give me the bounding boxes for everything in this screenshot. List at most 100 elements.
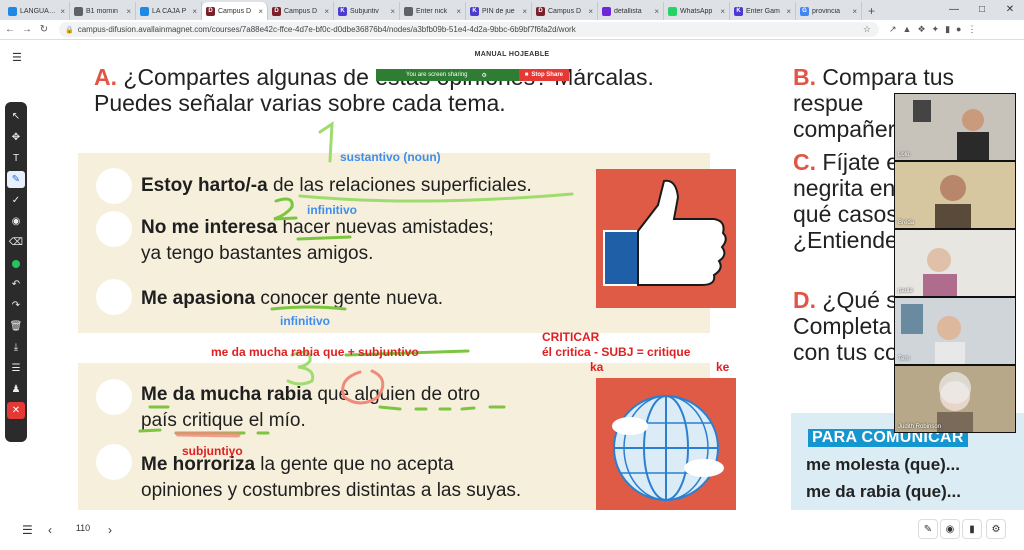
checkbox-circle-5[interactable] (96, 444, 132, 480)
tab-favicon-icon: G (800, 6, 809, 16)
tab-close-icon[interactable]: × (654, 7, 659, 16)
users-icon[interactable]: ♟ (7, 381, 25, 398)
tab-favicon-icon (602, 6, 611, 16)
participant-tile-4[interactable]: Terri (895, 298, 1015, 364)
participant-tile-1[interactable]: Lolo (895, 94, 1015, 160)
statement-4-bold: Me da mucha rabia (141, 384, 313, 405)
tab-close-icon[interactable]: × (324, 7, 329, 16)
participant-video-4 (895, 298, 1015, 364)
browser-tab[interactable]: K PIN de jue × (466, 2, 532, 20)
browser-tab[interactable]: WhatsApp × (664, 2, 730, 20)
browser-tab[interactable]: D Campus D × (532, 2, 598, 20)
next-page-icon[interactable]: › (108, 523, 112, 537)
download-icon[interactable]: ⤓ (7, 339, 25, 356)
prev-page-icon[interactable]: ‹ (48, 523, 52, 537)
drive-icon[interactable]: ▲ (903, 24, 912, 35)
bookmark-star-icon[interactable]: ☆ (863, 24, 871, 35)
tab-close-icon[interactable]: × (456, 7, 461, 16)
puzzle-icon[interactable]: ✦ (932, 24, 940, 35)
question-d-line2: Completa (793, 313, 892, 339)
browser-tab[interactable]: K Enter Gam × (730, 2, 796, 20)
share-icon[interactable]: ↗ (889, 24, 897, 35)
tab-title: Enter Gam (746, 7, 780, 15)
eraser-icon[interactable]: ⌫ (7, 234, 25, 251)
browser-tab[interactable]: LA CAJA P × (136, 2, 202, 20)
tab-close-icon[interactable]: × (60, 7, 65, 16)
address-bar: ← → ↻ 🔒 campus-difusion.avallainmagnet.c… (0, 20, 1024, 40)
sidepanel-icon[interactable]: ▮ (945, 24, 950, 35)
globe-image (596, 378, 736, 510)
bookmark-icon[interactable]: ▮ (962, 519, 982, 539)
pointer-icon[interactable]: ↖ (7, 108, 25, 125)
tab-close-icon[interactable]: × (852, 7, 857, 16)
stop-share-button[interactable]: ■ Stop Share (518, 69, 569, 81)
annotate-icon[interactable]: ✎ (918, 519, 938, 539)
browser-tab[interactable]: detallista × (598, 2, 664, 20)
browser-tab[interactable]: LANGUAGE × (4, 2, 70, 20)
tab-close-icon[interactable]: × (720, 7, 725, 16)
back-icon[interactable]: ← (3, 24, 17, 35)
tab-title: Campus D (218, 7, 252, 15)
tab-close-icon[interactable]: × (126, 7, 131, 16)
tab-close-icon[interactable]: × (786, 7, 791, 16)
trash-icon[interactable]: 🗑 (7, 318, 25, 335)
question-c: C. Fíjate e negrita en qué casos ¿Entien… (793, 149, 909, 253)
annotation-infinitivo-2: infinitivo (280, 314, 330, 328)
participant-tile-5[interactable]: Judith Robinson (895, 366, 1015, 432)
annotation-ke: ke (716, 360, 730, 374)
participant-name-1: Lolo (898, 152, 910, 158)
tab-favicon-icon (404, 6, 413, 16)
close-icon[interactable]: ✕ (7, 402, 25, 419)
browser-tab[interactable]: D Campus D × (268, 2, 334, 20)
color-icon[interactable] (7, 255, 25, 272)
new-tab-icon[interactable]: + (868, 2, 875, 20)
tab-close-icon[interactable]: × (258, 7, 263, 16)
tab-title: Campus D (548, 7, 582, 15)
reload-icon[interactable]: ↻ (37, 24, 51, 35)
tab-favicon-icon: D (272, 6, 281, 16)
participant-video-2 (895, 162, 1015, 228)
tab-close-icon[interactable]: × (522, 7, 527, 16)
move-icon[interactable]: ✥ (7, 129, 25, 146)
checkbox-circle-1[interactable] (96, 168, 132, 204)
browser-tab[interactable]: D Campus D × (202, 2, 268, 20)
minimize-icon[interactable]: — (940, 0, 968, 20)
index-list-icon[interactable]: ☰ (22, 523, 33, 537)
checkbox-circle-2[interactable] (96, 211, 132, 247)
profile-avatar[interactable]: ● (956, 24, 961, 35)
settings-icon[interactable]: ⚙ (986, 519, 1006, 539)
participant-tile-3[interactable]: paula (895, 230, 1015, 296)
maximize-icon[interactable]: □ (968, 0, 996, 20)
question-d-line1: ¿Qué si (822, 287, 903, 313)
participant-tile-2[interactable]: Breda (895, 162, 1015, 228)
close-window-icon[interactable]: ✕ (996, 0, 1024, 20)
check-icon[interactable]: ✓ (7, 192, 25, 209)
question-d: D. ¿Qué si Completa con tus co (793, 287, 903, 365)
menu-icon[interactable]: ☰ (7, 360, 25, 377)
share-options-icon[interactable]: ⚙ (482, 72, 487, 79)
undo-icon[interactable]: ↶ (7, 276, 25, 293)
stamp-icon[interactable]: ◉ (7, 213, 25, 230)
url-field[interactable]: 🔒 campus-difusion.avallainmagnet.com/cou… (59, 22, 879, 37)
tab-close-icon[interactable]: × (192, 7, 197, 16)
browser-tab[interactable]: K Subjuntiv × (334, 2, 400, 20)
pen-icon[interactable]: ✎ (7, 171, 25, 188)
checkbox-circle-4[interactable] (96, 379, 132, 415)
tab-close-icon[interactable]: × (390, 7, 395, 16)
annotation-critica-subj: él critica - SUBJ = critique (542, 345, 691, 359)
forward-icon[interactable]: → (20, 24, 34, 35)
browser-tab[interactable]: B1 mornin × (70, 2, 136, 20)
text-icon[interactable]: T (7, 150, 25, 167)
statement-3-bold: Me apasiona (141, 288, 256, 309)
tab-title: detallista (614, 7, 642, 15)
checkbox-circle-3[interactable] (96, 279, 132, 315)
participant-name-3: paula (898, 288, 913, 294)
browser-tab[interactable]: Gprovincia × (796, 2, 862, 20)
extension-icon[interactable]: ❖ (917, 24, 925, 35)
view-eye-icon[interactable]: ◉ (940, 519, 960, 539)
para-comunicar-line-1: me molesta (que)... (806, 455, 960, 474)
browser-tab[interactable]: Enter nick × (400, 2, 466, 20)
tab-close-icon[interactable]: × (588, 7, 593, 16)
redo-icon[interactable]: ↷ (7, 297, 25, 314)
more-menu-icon[interactable]: ⋮ (967, 24, 976, 35)
